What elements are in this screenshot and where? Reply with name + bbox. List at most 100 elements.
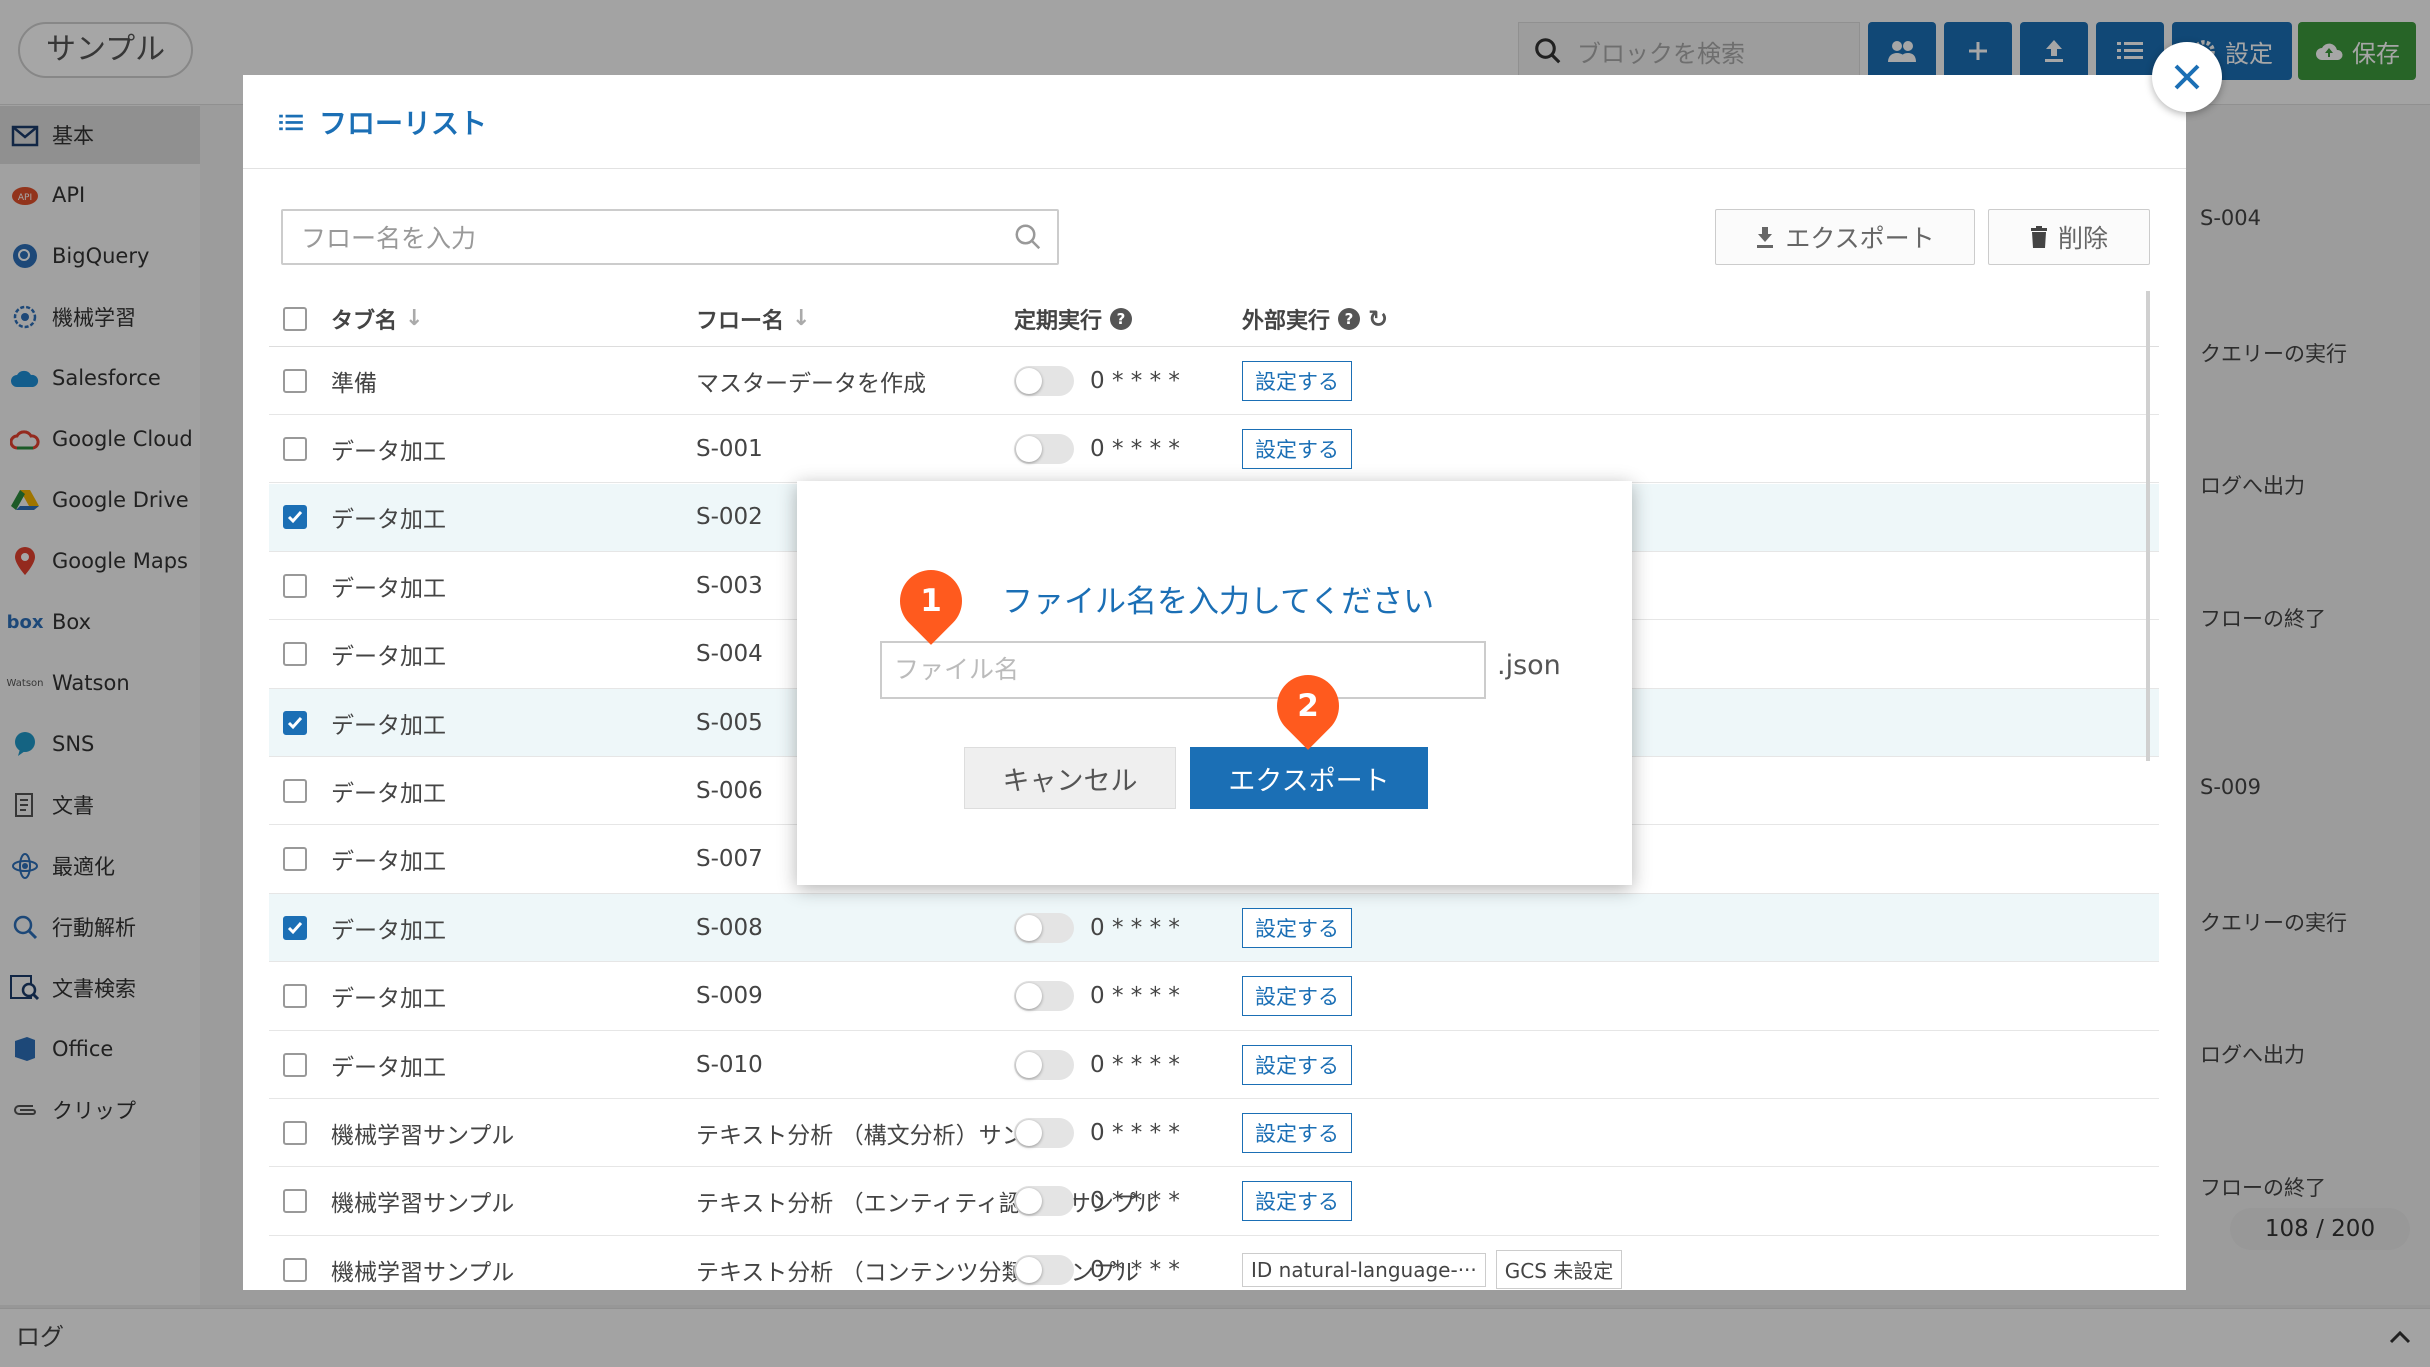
- row-tab-name: データ加工: [331, 644, 446, 671]
- schedule-toggle[interactable]: [1014, 912, 1074, 943]
- delete-button[interactable]: 削除: [1988, 209, 2150, 265]
- set-external-button[interactable]: 設定する: [1242, 1044, 1352, 1085]
- schedule-toggle[interactable]: [1014, 365, 1074, 396]
- table-row[interactable]: データ加工 S-009 0 * * * * 設定する: [269, 963, 2159, 1031]
- cron-text[interactable]: 0 * * * *: [1090, 368, 1180, 394]
- download-icon: [1757, 227, 1774, 248]
- row-flow-name: S-007: [696, 846, 763, 873]
- table-row[interactable]: 機械学習サンプル テキスト分析 （エンティティ認識）サンプル 0 * * * * 設定…: [269, 1168, 2159, 1236]
- column-flow-name[interactable]: フロー名 ↓: [696, 291, 810, 346]
- row-flow-name: S-002: [696, 504, 763, 531]
- cron-text[interactable]: 0 * * * *: [1090, 1257, 1180, 1283]
- flow-search-input[interactable]: フロー名を入力: [281, 209, 1059, 265]
- row-schedule: 0 * * * *: [1014, 1099, 1180, 1166]
- row-checkbox[interactable]: [283, 1236, 307, 1290]
- row-tab-name: データ加工: [331, 507, 446, 534]
- table-row[interactable]: 機械学習サンプル テキスト分析 （コンテンツ分類）サンプル 0 * * * * ID …: [269, 1236, 2159, 1290]
- row-flow-name: S-001: [696, 435, 763, 462]
- schedule-toggle[interactable]: [1014, 1117, 1074, 1148]
- set-external-button[interactable]: 設定する: [1242, 1112, 1352, 1153]
- schedule-toggle[interactable]: [1014, 981, 1074, 1012]
- set-external-button[interactable]: 設定する: [1242, 907, 1352, 948]
- sort-arrow-icon: ↓: [792, 306, 811, 331]
- export-button[interactable]: エクスポート: [1715, 209, 1975, 265]
- cron-text[interactable]: 0 * * * *: [1090, 436, 1180, 462]
- row-checkbox[interactable]: [283, 552, 307, 619]
- row-checkbox[interactable]: [283, 963, 307, 1030]
- step-marker-2: 2: [1264, 662, 1352, 750]
- flow-search-placeholder: フロー名を入力: [301, 224, 477, 253]
- row-schedule: 0 * * * *: [1014, 1168, 1180, 1235]
- set-external-button[interactable]: 設定する: [1242, 360, 1352, 401]
- cron-text[interactable]: 0 * * * *: [1090, 983, 1180, 1009]
- schedule-toggle[interactable]: [1014, 1049, 1074, 1080]
- row-external: 設定する: [1242, 1099, 1352, 1166]
- row-external: ID natural-language-··· GCS 未設定: [1242, 1236, 1623, 1290]
- row-flow-name: S-003: [696, 572, 763, 599]
- external-id[interactable]: ID natural-language-···: [1242, 1252, 1486, 1287]
- row-flow-name: S-005: [696, 709, 763, 736]
- row-tab-name: データ加工: [331, 712, 446, 739]
- set-external-button[interactable]: 設定する: [1242, 1181, 1352, 1222]
- dialog-title: ファイル名を入力してください: [1002, 584, 1435, 620]
- row-flow-name: S-008: [696, 914, 763, 941]
- row-flow-name: S-010: [696, 1051, 763, 1078]
- select-all-checkbox[interactable]: [283, 291, 307, 346]
- cron-text[interactable]: 0 * * * *: [1090, 1052, 1180, 1078]
- row-schedule: 0 * * * *: [1014, 894, 1180, 961]
- filename-input[interactable]: ファイル名: [880, 641, 1486, 699]
- export-filename-dialog: ファイル名を入力してください ファイル名 .json キャンセル エクスポート: [797, 481, 1632, 885]
- cancel-button[interactable]: キャンセル: [964, 747, 1176, 809]
- close-panel-button[interactable]: [2152, 42, 2222, 112]
- cron-text[interactable]: 0 * * * *: [1090, 1120, 1180, 1146]
- schedule-toggle[interactable]: [1014, 1186, 1074, 1217]
- set-external-button[interactable]: 設定する: [1242, 428, 1352, 469]
- search-icon: [1015, 224, 1041, 250]
- table-row[interactable]: データ加工 S-008 0 * * * * 設定する: [269, 894, 2159, 963]
- row-flow-name: S-006: [696, 777, 763, 804]
- trash-icon: [2030, 226, 2047, 248]
- row-checkbox[interactable]: [283, 1168, 307, 1235]
- row-tab-name: データ加工: [331, 849, 446, 876]
- refresh-icon[interactable]: ↻: [1368, 305, 1388, 333]
- row-flow-name: S-004: [696, 641, 763, 668]
- row-checkbox[interactable]: [283, 826, 307, 893]
- table-row[interactable]: 準備 マスターデータを作成 0 * * * * 設定する: [269, 347, 2159, 415]
- help-icon[interactable]: ?: [1338, 307, 1361, 330]
- schedule-toggle[interactable]: [1014, 1254, 1074, 1285]
- row-checkbox[interactable]: [283, 415, 307, 482]
- row-external: 設定する: [1242, 894, 1352, 961]
- row-tab-name: 機械学習サンプル: [331, 1259, 515, 1286]
- set-external-button[interactable]: 設定する: [1242, 976, 1352, 1017]
- row-external: 設定する: [1242, 1168, 1352, 1235]
- row-checkbox[interactable]: [283, 347, 307, 414]
- row-external: 設定する: [1242, 963, 1352, 1030]
- row-tab-name: データ加工: [331, 438, 446, 465]
- row-external: 設定する: [1242, 347, 1352, 414]
- list-icon: [279, 114, 303, 130]
- vertical-scrollbar[interactable]: [2146, 291, 2150, 761]
- table-header: タブ名 ↓ フロー名 ↓ 定期実行? 外部実行? ↻: [269, 291, 2159, 347]
- column-tab-name[interactable]: タブ名 ↓: [331, 291, 423, 346]
- row-checkbox[interactable]: [283, 621, 307, 688]
- row-checkbox[interactable]: [283, 484, 307, 551]
- row-schedule: 0 * * * *: [1014, 1031, 1180, 1098]
- schedule-toggle[interactable]: [1014, 433, 1074, 464]
- row-tab-name: 準備: [331, 370, 377, 397]
- external-gcs[interactable]: GCS 未設定: [1495, 1250, 1623, 1290]
- row-checkbox[interactable]: [283, 1099, 307, 1166]
- dialog-export-button[interactable]: エクスポート: [1190, 747, 1428, 809]
- table-row[interactable]: データ加工 S-010 0 * * * * 設定する: [269, 1031, 2159, 1099]
- cron-text[interactable]: 0 * * * *: [1090, 915, 1180, 941]
- cron-text[interactable]: 0 * * * *: [1090, 1188, 1180, 1214]
- table-row[interactable]: 機械学習サンプル テキスト分析 （構文分析）サンプル 0 * * * * 設定する: [269, 1099, 2159, 1168]
- row-checkbox[interactable]: [283, 1031, 307, 1098]
- row-checkbox[interactable]: [283, 689, 307, 756]
- row-flow-name: マスターデータを作成: [696, 370, 926, 397]
- help-icon[interactable]: ?: [1110, 307, 1133, 330]
- table-row[interactable]: データ加工 S-001 0 * * * * 設定する: [269, 415, 2159, 484]
- export-label: エクスポート: [1785, 224, 1935, 253]
- row-checkbox[interactable]: [283, 894, 307, 961]
- row-checkbox[interactable]: [283, 757, 307, 824]
- row-tab-name: データ加工: [331, 780, 446, 807]
